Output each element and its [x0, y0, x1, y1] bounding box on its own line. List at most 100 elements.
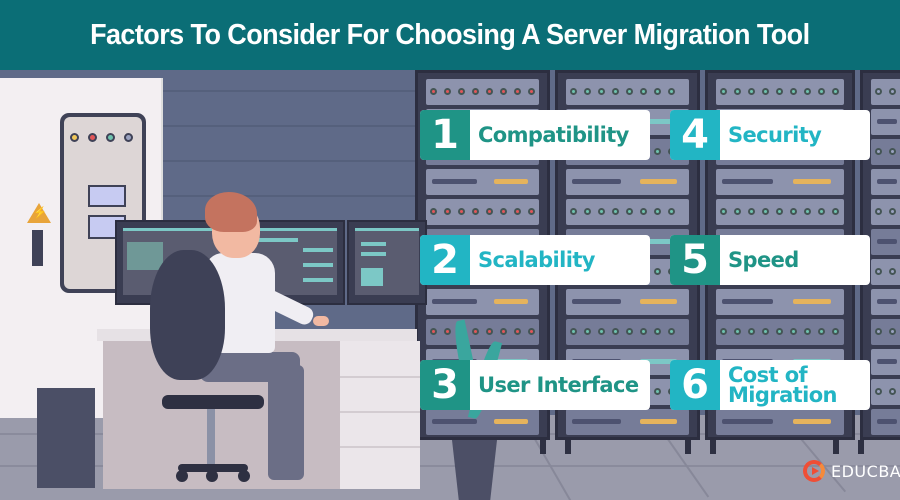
server-led-icon [430, 208, 437, 215]
server-led-icon [654, 388, 661, 395]
rack-leg [858, 440, 864, 454]
server-led-icon [875, 388, 882, 395]
server-led-icon [668, 328, 675, 335]
server-led-icon [889, 148, 896, 155]
page-header: Factors To Consider For Choosing A Serve… [0, 0, 900, 70]
server-led-icon [776, 88, 783, 95]
server-led-icon [804, 208, 811, 215]
server-led-icon [790, 328, 797, 335]
factor-label: Compatibility [478, 123, 629, 147]
server-unit [566, 169, 689, 195]
server-unit [716, 169, 844, 195]
factor-card-4: 4 Security [670, 110, 870, 160]
server-led-icon [514, 208, 521, 215]
screen-element [361, 242, 386, 246]
server-led-icon [472, 88, 479, 95]
server-led-icon [734, 88, 741, 95]
server-slot [432, 419, 478, 424]
server-indicator-bar [792, 299, 832, 304]
server-led-icon [776, 208, 783, 215]
server-led-icon [626, 88, 633, 95]
server-slot [877, 239, 897, 244]
server-led-icon [668, 208, 675, 215]
screen-element [303, 248, 333, 252]
server-slot [432, 299, 478, 304]
chair-seat [162, 395, 264, 409]
server-indicator-bar [792, 179, 832, 184]
drawer-divider [340, 376, 420, 378]
educba-play-icon [803, 460, 825, 482]
server-led-icon [654, 148, 661, 155]
server-slot [722, 299, 774, 304]
server-led-icon [889, 328, 896, 335]
server-led-icon [500, 328, 507, 335]
server-led-icon [472, 328, 479, 335]
server-led-icon [748, 208, 755, 215]
person-hair [205, 192, 257, 232]
page-title: Factors To Consider For Choosing A Serve… [90, 18, 810, 51]
chair-wheel [176, 470, 188, 482]
cabinet-handle [32, 230, 43, 266]
server-slot [722, 419, 774, 424]
chair-pole [207, 409, 215, 464]
server-led-icon [654, 88, 661, 95]
server-led-icon [500, 88, 507, 95]
chair-wheel [206, 470, 218, 482]
rack-leg [540, 440, 546, 454]
server-unit [716, 199, 844, 225]
server-led-icon [598, 88, 605, 95]
lightning-bolt-icon: ⚡ [33, 207, 47, 219]
server-led-icon [832, 208, 839, 215]
server-led-icon [654, 328, 661, 335]
server-led-icon [889, 268, 896, 275]
server-unit [566, 319, 689, 345]
server-led-icon [720, 88, 727, 95]
server-led-icon [486, 208, 493, 215]
server-led-icon [804, 328, 811, 335]
server-led-icon [875, 208, 882, 215]
server-led-icon [458, 208, 465, 215]
factor-number: 4 [670, 110, 720, 160]
server-indicator-bar [493, 179, 528, 184]
screen-element [361, 252, 386, 256]
server-indicator-bar [639, 419, 677, 424]
drawer-divider [340, 446, 420, 448]
server-led-icon [875, 268, 882, 275]
server-slot [572, 419, 622, 424]
rack-leg [685, 440, 691, 454]
factor-number: 2 [420, 235, 470, 285]
factor-card-3: 3 User Interface [420, 360, 650, 410]
server-unit [871, 289, 900, 315]
server-unit [426, 409, 539, 435]
wall-stripe [160, 125, 420, 127]
wall-stripe [160, 160, 420, 162]
server-led-icon [528, 88, 535, 95]
server-unit [566, 79, 689, 105]
server-led-icon [528, 328, 535, 335]
server-led-icon [486, 88, 493, 95]
server-slot [877, 359, 897, 364]
server-led-icon [875, 88, 882, 95]
server-led-icon [748, 328, 755, 335]
indicator-light-icon [124, 133, 133, 142]
server-led-icon [654, 208, 661, 215]
person-leg [268, 365, 304, 480]
server-unit [871, 79, 900, 105]
server-led-icon [514, 88, 521, 95]
factor-card-6: 6 Cost of Migration [670, 360, 870, 410]
screen-chart [361, 268, 383, 286]
server-slot [572, 179, 622, 184]
server-slot [572, 299, 622, 304]
factor-label: Speed [728, 248, 799, 272]
server-led-icon [762, 88, 769, 95]
factor-label: Security [728, 123, 822, 147]
server-led-icon [486, 328, 493, 335]
server-led-icon [430, 328, 437, 335]
server-led-icon [584, 88, 591, 95]
rack-leg [833, 440, 839, 454]
server-indicator-bar [639, 299, 677, 304]
factor-card-5: 5 Speed [670, 235, 870, 285]
server-led-icon [584, 328, 591, 335]
wall-stripe [160, 195, 420, 197]
server-led-icon [875, 148, 882, 155]
